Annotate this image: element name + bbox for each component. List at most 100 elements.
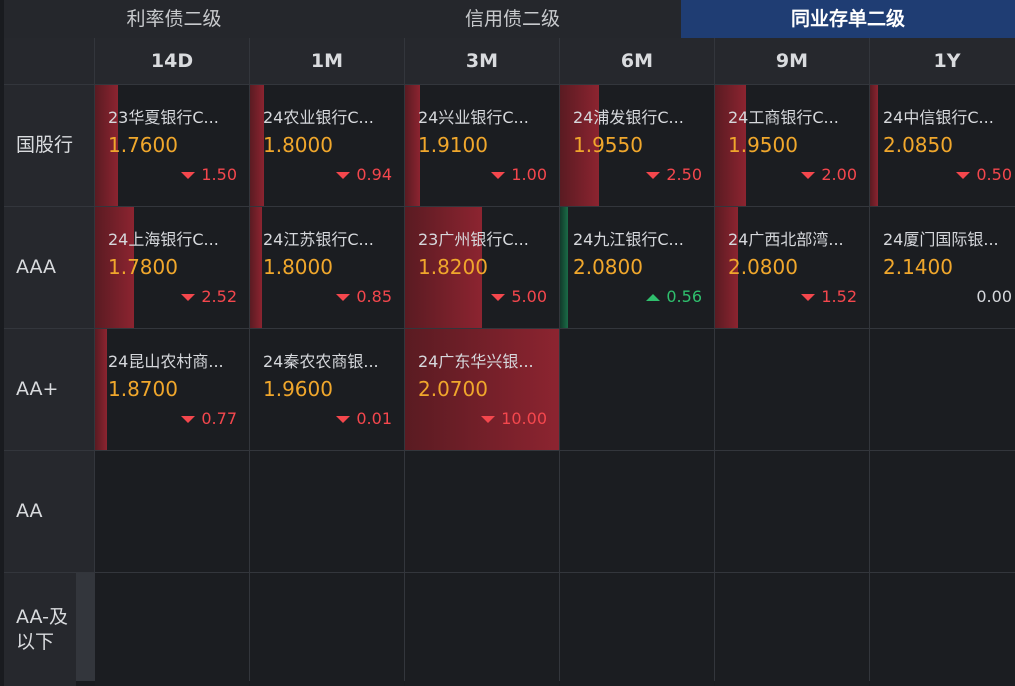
arrow-down-icon [801,294,816,301]
empty-cell [560,451,714,572]
yield-change: 0.01 [336,409,392,428]
ncd-matrix: 14D 1M 3M 6M 9M 1Y 国股行 23华夏银行C... 1.7600 1.50 24农业… [4,38,1015,686]
yield-change: 2.00 [801,165,857,184]
bond-cell[interactable]: 24上海银行C... 1.7800 2.52 [95,207,249,328]
bond-name[interactable]: 24工商银行C... [728,104,839,128]
yield-change: 2.52 [181,287,237,306]
matrix-corner [4,38,94,84]
yield-change: 0.77 [181,409,237,428]
row-header: AA [4,451,94,572]
empty-cell [250,573,404,686]
bond-cell[interactable]: 24中信银行C... 2.0850 0.50 [870,85,1015,206]
arrow-down-icon [956,172,971,179]
yield-change: 1.52 [801,287,857,306]
bond-name[interactable]: 23华夏银行C... [108,104,219,128]
yield-change-value: 0.94 [356,165,392,184]
bond-cell[interactable]: 24工商银行C... 1.9500 2.00 [715,85,869,206]
arrow-down-icon [646,172,661,179]
empty-cell [250,451,404,572]
bond-cell[interactable]: 24江苏银行C... 1.8000 0.85 [250,207,404,328]
bond-name[interactable]: 24江苏银行C... [263,226,374,250]
yield-change-value: 0.77 [201,409,237,428]
column-header-1m: 1M [250,38,404,84]
empty-cell [405,573,559,686]
empty-cell [715,329,869,450]
yield-change: 0.50 [956,165,1012,184]
bond-yield: 1.8200 [418,255,488,279]
yield-change-value: 1.00 [511,165,547,184]
bond-cell[interactable]: 23华夏银行C... 1.7600 1.50 [95,85,249,206]
column-header-1y: 1Y [870,38,1015,84]
bond-cell[interactable]: 24九江银行C... 2.0800 0.56 [560,207,714,328]
bond-yield: 1.7600 [108,133,178,157]
arrow-down-icon [801,172,816,179]
bond-yield: 2.0850 [883,133,953,157]
empty-cell [870,573,1015,686]
row-header: AA+ [4,329,94,450]
bond-cell[interactable]: 24昆山农村商... 1.8700 0.77 [95,329,249,450]
column-header-9m: 9M [715,38,869,84]
yield-change: 0.00 [976,287,1012,306]
bond-yield: 1.7800 [108,255,178,279]
bond-yield: 1.9600 [263,377,333,401]
bond-yield: 1.9500 [728,133,798,157]
bond-name[interactable]: 24中信银行C... [883,104,994,128]
bond-cell[interactable]: 24厦门国际银... 2.1400 0.00 [870,207,1015,328]
arrow-down-icon [491,294,506,301]
empty-cell [95,451,249,572]
bond-name[interactable]: 24兴业银行C... [418,104,529,128]
tab-rate-bond-secondary[interactable]: 利率债二级 [4,0,344,38]
arrow-down-icon [181,294,196,301]
bond-name[interactable]: 24秦农农商银... [263,348,379,372]
bond-cell[interactable]: 24农业银行C... 1.8000 0.94 [250,85,404,206]
arrow-down-icon [181,172,196,179]
arrow-down-icon [336,172,351,179]
bond-cell[interactable]: 24浦发银行C... 1.9550 2.50 [560,85,714,206]
bond-yield: 1.8000 [263,255,333,279]
change-magnitude-bar [250,85,264,206]
bond-name[interactable]: 24广东华兴银... [418,348,534,372]
yield-change-value: 2.50 [666,165,702,184]
yield-change-value: 5.00 [511,287,547,306]
row-header: 国股行 [4,85,94,206]
bond-name[interactable]: 24昆山农村商... [108,348,224,372]
arrow-down-icon [481,416,496,423]
arrow-down-icon [181,416,196,423]
yield-change-value: 1.52 [821,287,857,306]
bond-yield: 2.0800 [573,255,643,279]
change-magnitude-bar [250,207,262,328]
yield-change: 0.56 [646,287,702,306]
change-magnitude-bar [560,207,568,328]
empty-cell [870,451,1015,572]
yield-change: 5.00 [491,287,547,306]
empty-cell [560,329,714,450]
bond-name[interactable]: 24农业银行C... [263,104,374,128]
bond-name[interactable]: 24厦门国际银... [883,226,999,250]
empty-cell [715,451,869,572]
row-header: AAA [4,207,94,328]
change-magnitude-bar [870,85,878,206]
column-header-6m: 6M [560,38,714,84]
yield-change-value: 0.85 [356,287,392,306]
bond-cell[interactable]: 24广西北部湾... 2.0800 1.52 [715,207,869,328]
column-header-3m: 3M [405,38,559,84]
bond-name[interactable]: 24浦发银行C... [573,104,684,128]
tab-ncd-secondary[interactable]: 同业存单二级 [681,0,1015,38]
bond-name[interactable]: 24广西北部湾... [728,226,844,250]
yield-change-value: 0.00 [976,287,1012,306]
tab-credit-bond-secondary[interactable]: 信用债二级 [344,0,681,38]
tab-bar: 利率债二级 信用债二级 同业存单二级 [4,0,1015,38]
bond-name[interactable]: 23广州银行C... [418,226,529,250]
bond-cell[interactable]: 24兴业银行C... 1.9100 1.00 [405,85,559,206]
yield-change: 0.94 [336,165,392,184]
bond-name[interactable]: 24九江银行C... [573,226,684,250]
yield-change: 0.85 [336,287,392,306]
yield-change: 1.50 [181,165,237,184]
bond-cell[interactable]: 23广州银行C... 1.8200 5.00 [405,207,559,328]
bond-name[interactable]: 24上海银行C... [108,226,219,250]
yield-change-value: 2.52 [201,287,237,306]
bond-cell[interactable]: 24秦农农商银... 1.9600 0.01 [250,329,404,450]
bond-yield: 1.8000 [263,133,333,157]
column-header-14d: 14D [95,38,249,84]
bond-cell[interactable]: 24广东华兴银... 2.0700 10.00 [405,329,559,450]
